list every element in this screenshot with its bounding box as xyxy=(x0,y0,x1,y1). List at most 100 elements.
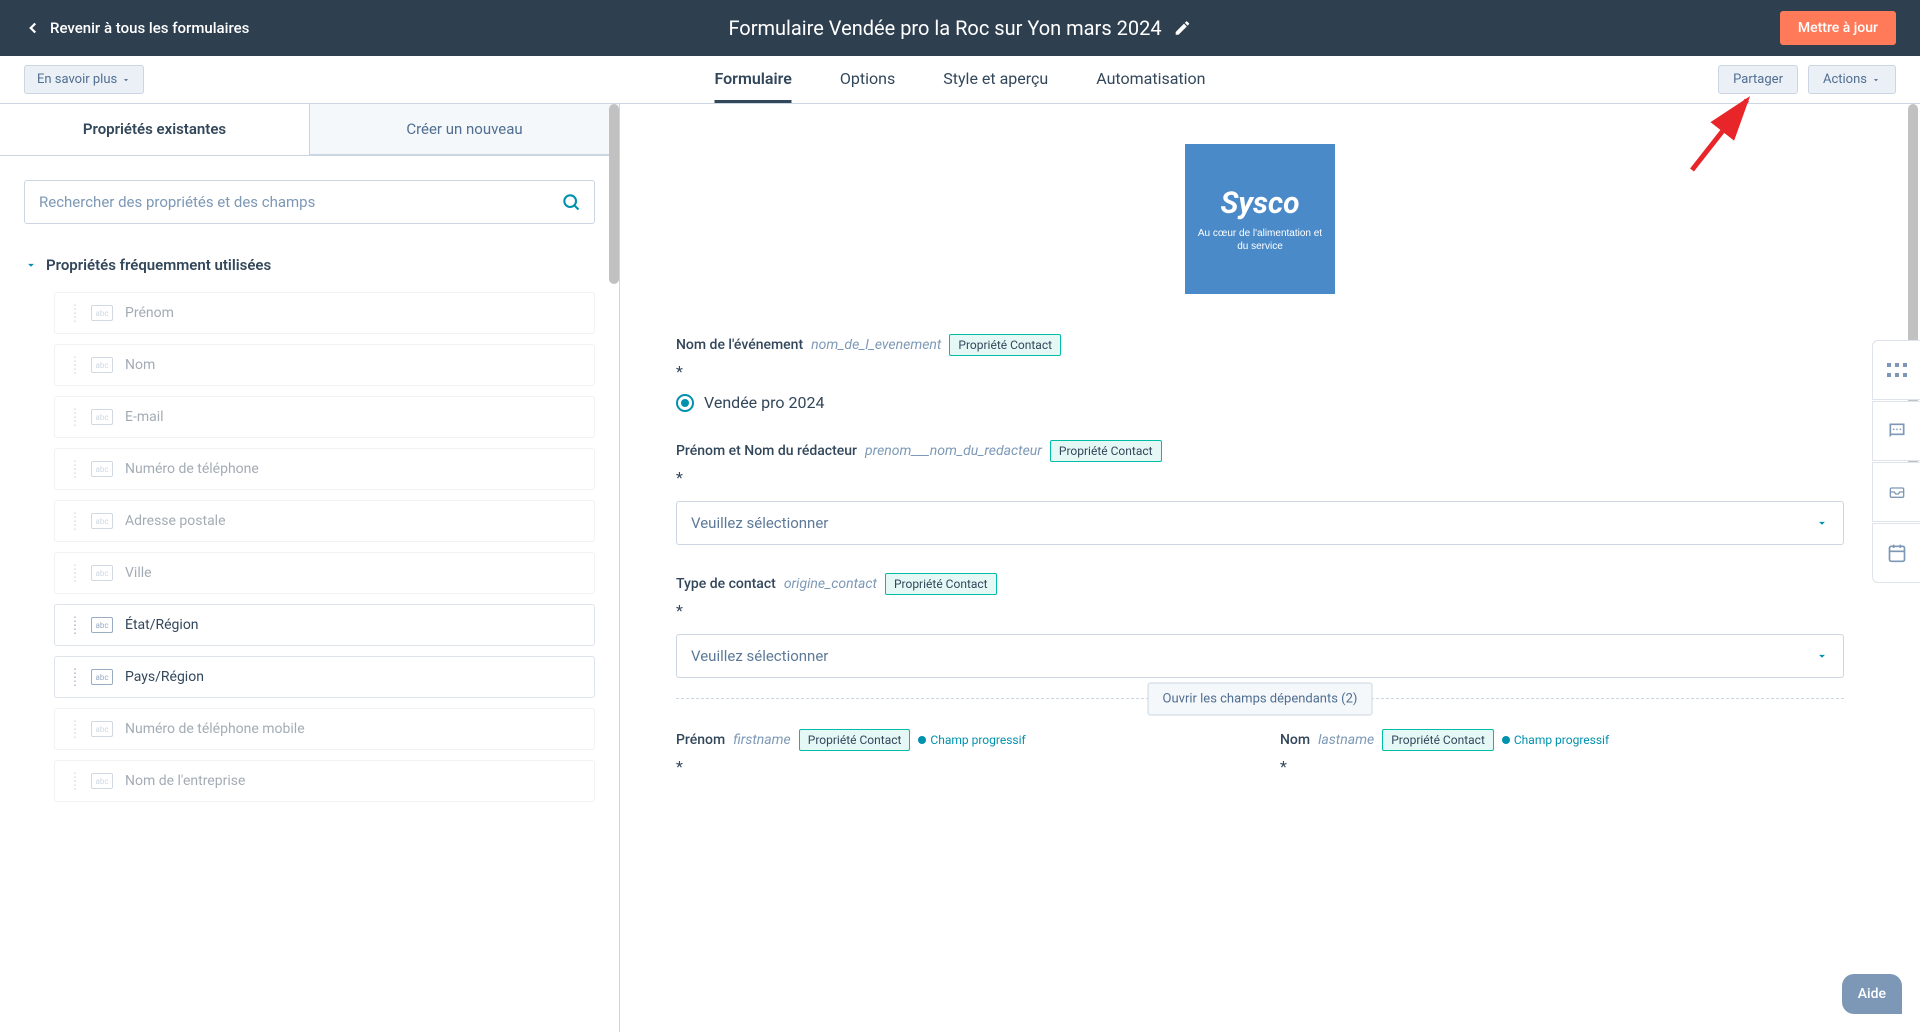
progressive-label: Champ progressif xyxy=(930,733,1025,747)
field-label: Prénom xyxy=(676,732,725,748)
logo-block: Sysco Au cœur de l'alimentation et du se… xyxy=(676,144,1844,294)
tab-existing-properties[interactable]: Propriétés existantes xyxy=(0,104,310,155)
learn-more-label: En savoir plus xyxy=(37,72,117,87)
main-tabs: Formulaire Options Style et aperçu Autom… xyxy=(714,57,1205,103)
help-button[interactable]: Aide xyxy=(1842,974,1902,1014)
required-asterisk: * xyxy=(676,601,1844,620)
drag-handle-icon xyxy=(69,410,79,424)
learn-more-button[interactable]: En savoir plus xyxy=(24,65,144,94)
left-panel-body: Propriétés fréquemment utilisées abc Pré… xyxy=(0,156,619,826)
field-lastname[interactable]: Nom lastname Propriété Contact Champ pro… xyxy=(1280,729,1844,776)
search-icon[interactable] xyxy=(561,192,581,212)
dot-icon xyxy=(1502,736,1510,744)
progressive-label: Champ progressif xyxy=(1514,733,1609,747)
property-label: Numéro de téléphone xyxy=(125,461,259,477)
property-label: Pays/Région xyxy=(125,669,204,685)
properties-list: abc Prénom abc Nom abc E-mail abc Numéro… xyxy=(24,292,595,802)
actions-label: Actions xyxy=(1823,72,1867,87)
property-item: abc Adresse postale xyxy=(54,500,595,542)
right-actions: Partager Actions xyxy=(1718,65,1896,94)
property-badge: Propriété Contact xyxy=(1382,729,1494,751)
field-contact-type[interactable]: Type de contact origine_contact Propriét… xyxy=(676,573,1844,699)
tab-formulaire[interactable]: Formulaire xyxy=(714,57,791,103)
property-item: abc Numéro de téléphone xyxy=(54,448,595,490)
required-asterisk: * xyxy=(676,757,1240,776)
share-button[interactable]: Partager xyxy=(1718,65,1798,94)
required-asterisk: * xyxy=(1280,757,1844,776)
field-label-row: Nom lastname Propriété Contact Champ pro… xyxy=(1280,729,1844,751)
contact-type-select[interactable]: Veuillez sélectionner xyxy=(676,634,1844,678)
text-field-icon: abc xyxy=(91,773,113,789)
pencil-icon[interactable] xyxy=(1174,19,1192,37)
property-badge: Propriété Contact xyxy=(799,729,911,751)
topbar: Revenir à tous les formulaires Formulair… xyxy=(0,0,1920,56)
tab-create-new[interactable]: Créer un nouveau xyxy=(310,104,619,155)
back-label: Revenir à tous les formulaires xyxy=(50,19,249,37)
field-api-name: nom_de_l_evenement xyxy=(811,337,941,353)
panel-tabs: Propriétés existantes Créer un nouveau xyxy=(0,104,619,156)
property-badge: Propriété Contact xyxy=(1050,440,1162,462)
radio-label: Vendée pro 2024 xyxy=(704,393,824,412)
property-label: E-mail xyxy=(125,409,164,425)
drag-handle-icon xyxy=(69,722,79,736)
caret-down-icon xyxy=(1871,75,1881,85)
open-dependent-fields-button[interactable]: Ouvrir les champs dépendants (2) xyxy=(1148,683,1373,716)
rail-chat-icon[interactable] xyxy=(1872,401,1920,461)
property-item: abc E-mail xyxy=(54,396,595,438)
property-label: Prénom xyxy=(125,305,174,321)
property-label: Nom xyxy=(125,357,155,373)
frequently-used-section-header[interactable]: Propriétés fréquemment utilisées xyxy=(24,256,595,274)
property-label: Ville xyxy=(125,565,152,581)
drag-handle-icon xyxy=(69,670,79,684)
progressive-badge: Champ progressif xyxy=(918,733,1025,747)
update-button[interactable]: Mettre à jour xyxy=(1780,11,1896,45)
field-firstname[interactable]: Prénom firstname Propriété Contact Champ… xyxy=(676,729,1240,776)
property-item[interactable]: abc Pays/Région xyxy=(54,656,595,698)
field-label-row: Nom de l'événement nom_de_l_evenement Pr… xyxy=(676,334,1844,356)
text-field-icon: abc xyxy=(91,721,113,737)
redactor-select[interactable]: Veuillez sélectionner xyxy=(676,501,1844,545)
field-label-row: Prénom firstname Propriété Contact Champ… xyxy=(676,729,1240,751)
text-field-icon: abc xyxy=(91,461,113,477)
field-label: Nom de l'événement xyxy=(676,337,803,353)
text-field-icon: abc xyxy=(91,669,113,685)
logo-brand-text: Sysco xyxy=(1220,186,1299,221)
property-item: abc Ville xyxy=(54,552,595,594)
tab-automation[interactable]: Automatisation xyxy=(1096,57,1205,103)
left-panel: Propriétés existantes Créer un nouveau P… xyxy=(0,104,620,1032)
form-title-container: Formulaire Vendée pro la Roc sur Yon mar… xyxy=(728,16,1191,40)
form-canvas-panel: Sysco Au cœur de l'alimentation et du se… xyxy=(620,104,1920,1032)
field-api-name: lastname xyxy=(1318,732,1374,748)
search-input[interactable] xyxy=(24,180,595,224)
field-label: Prénom et Nom du rédacteur xyxy=(676,443,857,459)
field-redactor-name[interactable]: Prénom et Nom du rédacteur prenom___nom_… xyxy=(676,440,1844,545)
drag-handle-icon xyxy=(69,358,79,372)
tab-style-preview[interactable]: Style et aperçu xyxy=(943,57,1048,103)
property-label: État/Région xyxy=(125,617,199,633)
rail-inbox-icon[interactable] xyxy=(1872,462,1920,522)
rail-grid-icon[interactable] xyxy=(1872,340,1920,400)
actions-dropdown[interactable]: Actions xyxy=(1808,65,1896,94)
property-label: Nom de l'entreprise xyxy=(125,773,245,789)
rail-calendar-icon[interactable] xyxy=(1872,523,1920,583)
drag-handle-icon xyxy=(69,774,79,788)
tab-options[interactable]: Options xyxy=(840,57,895,103)
text-field-icon: abc xyxy=(91,305,113,321)
field-event-name[interactable]: Nom de l'événement nom_de_l_evenement Pr… xyxy=(676,334,1844,412)
back-to-forms-link[interactable]: Revenir à tous les formulaires xyxy=(24,19,249,37)
property-badge: Propriété Contact xyxy=(949,334,1061,356)
radio-icon xyxy=(676,394,694,412)
two-column-row: Prénom firstname Propriété Contact Champ… xyxy=(676,729,1844,804)
caret-down-icon xyxy=(121,75,131,85)
drag-handle-icon xyxy=(69,566,79,580)
radio-option[interactable]: Vendée pro 2024 xyxy=(676,393,1844,412)
property-item[interactable]: abc État/Région xyxy=(54,604,595,646)
logo-tagline: Au cœur de l'alimentation et du service xyxy=(1195,227,1325,253)
property-item: abc Prénom xyxy=(54,292,595,334)
text-field-icon: abc xyxy=(91,617,113,633)
property-badge: Propriété Contact xyxy=(885,573,997,595)
required-asterisk: * xyxy=(676,468,1844,487)
scrollbar-thumb[interactable] xyxy=(609,104,619,284)
chevron-down-icon xyxy=(24,258,38,272)
property-label: Adresse postale xyxy=(125,513,226,529)
